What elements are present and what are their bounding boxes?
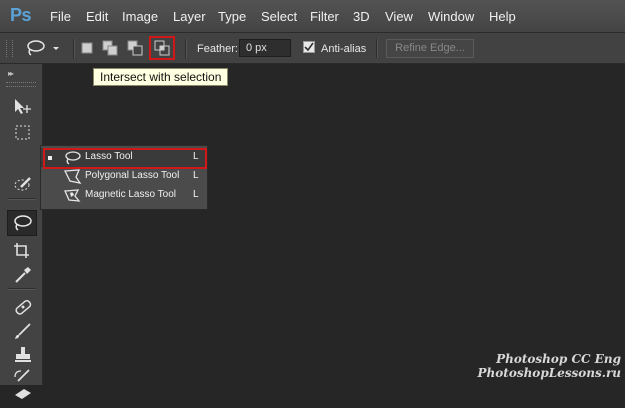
add-to-selection-button[interactable] (102, 40, 118, 56)
eyedropper-tool-icon (15, 267, 31, 283)
eraser-tool-icon (15, 389, 31, 399)
flyout-item-shortcut: L (193, 170, 199, 181)
watermark-line-1: Photoshop CC Eng (496, 352, 621, 366)
menu-select[interactable]: Select (261, 9, 297, 24)
crop-tool-icon (14, 243, 29, 258)
quick-selection-tool-icon (14, 177, 31, 191)
flyout-item-label: Polygonal Lasso Tool (85, 170, 180, 181)
marquee-tool-icon (15, 125, 30, 140)
move-tool-icon (15, 99, 31, 114)
new-selection-icon (81, 42, 93, 54)
eraser-tool[interactable] (10, 386, 34, 408)
flyout-item-label: Magnetic Lasso Tool (85, 189, 176, 200)
feather-label: Feather: (197, 43, 238, 55)
clone-stamp-tool[interactable] (10, 344, 34, 366)
divider (8, 198, 36, 200)
crop-tool[interactable] (10, 240, 34, 262)
brush-tool-icon (15, 323, 31, 339)
menu-help[interactable]: Help (489, 9, 516, 24)
tooltip: Intersect with selection (93, 68, 229, 86)
lasso-tool-highlight-box (43, 148, 207, 169)
divider (376, 39, 378, 58)
lasso-tool[interactable] (10, 212, 34, 234)
subtract-from-selection-icon (127, 40, 143, 56)
magnetic-lasso-icon (64, 189, 81, 202)
tools-panel: ▸▸ (0, 64, 43, 399)
anti-alias-label: Anti-alias (321, 43, 367, 55)
brush-tool[interactable] (10, 320, 34, 342)
intersect-highlight-box (149, 36, 175, 60)
divider (8, 288, 36, 290)
menu-filter[interactable]: Filter (310, 9, 339, 24)
flyout-item-shortcut: L (193, 189, 199, 200)
clone-stamp-tool-icon (15, 347, 31, 362)
tool-preset-picker[interactable] (22, 38, 66, 58)
chevron-down-icon (53, 47, 59, 50)
anti-alias-checkbox[interactable] (303, 41, 315, 53)
checkmark-icon (304, 42, 314, 52)
lasso-icon (27, 40, 59, 56)
healing-brush-tool-icon (15, 300, 32, 315)
options-bar: Feather: 0 px Anti-alias Refine Edge... (0, 33, 625, 64)
new-selection-button[interactable] (79, 40, 95, 56)
menu-bar: Ps File Edit Image Layer Type Select Fil… (0, 0, 625, 33)
feather-input[interactable]: 0 px (239, 39, 291, 57)
watermark-line-2: PhotoshopLessons.ru (477, 366, 621, 380)
subtract-from-selection-button[interactable] (127, 40, 143, 56)
menu-layer[interactable]: Layer (173, 9, 206, 24)
menu-type[interactable]: Type (218, 9, 246, 24)
menu-file[interactable]: File (50, 9, 71, 24)
move-tool[interactable] (10, 96, 34, 118)
photoshop-logo: Ps (10, 5, 32, 25)
collapse-panel-icon[interactable]: ▸▸ (8, 69, 14, 78)
menu-view[interactable]: View (385, 9, 413, 24)
add-to-selection-icon (102, 40, 118, 56)
refine-edge-button[interactable]: Refine Edge... (386, 39, 474, 58)
lasso-tool-icon (14, 215, 32, 231)
history-brush-tool-icon (14, 369, 30, 382)
flyout-item-polygonal-lasso-tool[interactable]: Polygonal Lasso Tool L (41, 167, 207, 186)
divider (73, 39, 75, 58)
polygonal-lasso-icon (63, 169, 82, 184)
quick-selection-tool[interactable] (10, 174, 34, 196)
flyout-item-magnetic-lasso-tool[interactable]: Magnetic Lasso Tool L (41, 186, 207, 205)
menu-window[interactable]: Window (428, 9, 474, 24)
tools-panel-grip[interactable] (6, 82, 36, 87)
menu-edit[interactable]: Edit (86, 9, 108, 24)
options-bar-grip[interactable] (6, 40, 13, 57)
eyedropper-tool[interactable] (10, 264, 34, 286)
menu-image[interactable]: Image (122, 9, 158, 24)
divider (185, 39, 187, 58)
marquee-tool[interactable] (10, 122, 34, 144)
healing-brush-tool[interactable] (10, 296, 34, 318)
menu-3d[interactable]: 3D (353, 9, 370, 24)
lasso-tools-flyout: Lasso Tool L Polygonal Lasso Tool L Magn… (40, 145, 208, 210)
